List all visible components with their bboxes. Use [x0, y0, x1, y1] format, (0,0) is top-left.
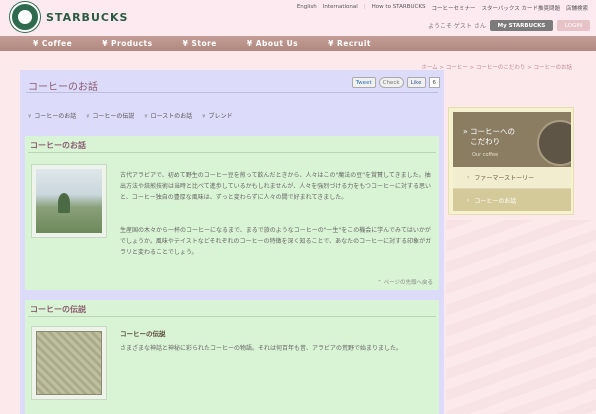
top-link-card[interactable]: スターバックス カード推奨問題	[481, 4, 560, 12]
anchor-blend[interactable]: ブレンド	[202, 111, 232, 120]
nav-coffee[interactable]: ¥ Coffee	[33, 39, 72, 48]
brand-name[interactable]: STARBUCKS	[46, 11, 128, 24]
anchor-roast[interactable]: ローストのお話	[144, 111, 193, 120]
map-image	[31, 326, 107, 400]
my-starbucks-button[interactable]: My STARBUCKS	[490, 20, 553, 31]
section-coffee-story: コーヒーのお話 古代アラビアで、初めて野生のコーヒー豆を煎って飲んだときから、人…	[25, 136, 439, 290]
paragraph: 古代アラビアで、初めて野生のコーヒー豆を煎って飲んだときから、人々はこの"魔法の…	[120, 172, 432, 201]
top-link-store-search[interactable]: 店舗検索	[566, 4, 588, 12]
section-title: コーヒーのお話	[30, 141, 86, 150]
page-top-link[interactable]: ページの先頭へ戻る	[377, 278, 433, 286]
nav-label: About Us	[255, 39, 299, 48]
section-legend: コーヒーの伝説 コーヒーの伝説 さまざまな神話と神秘に彩られたコーヒーの物語。そ…	[25, 300, 439, 414]
nav-label: Store	[191, 39, 217, 48]
anchor-legend[interactable]: コーヒーの伝説	[86, 111, 134, 120]
login-button[interactable]: LOGIN	[557, 20, 590, 31]
tweet-button[interactable]: Tweet	[351, 77, 376, 88]
nav-label: Coffee	[41, 39, 73, 48]
divider	[26, 92, 438, 93]
starbucks-siren-icon	[537, 120, 571, 166]
nav-store[interactable]: ¥ Store	[183, 39, 217, 48]
divider	[28, 152, 436, 153]
subsection-title: コーヒーの伝説	[120, 330, 166, 338]
nav-recruit[interactable]: ¥ Recruit	[328, 39, 371, 48]
divider	[28, 316, 436, 317]
background-pattern	[446, 220, 596, 414]
sidebar-header[interactable]: » コーヒーへの こだわり Our coffee	[453, 112, 571, 167]
sidebar-title-line2: こだわり	[470, 137, 501, 146]
top-link-seminar[interactable]: コーヒーセミナー	[431, 4, 475, 12]
check-button[interactable]: Check	[378, 77, 404, 88]
nav-label: Recruit	[337, 39, 372, 48]
nav-label: Products	[111, 39, 153, 48]
sidebar-title-line1: コーヒーへの	[469, 127, 515, 136]
top-links: English International | How to STARBUCKS…	[297, 4, 588, 12]
separator: |	[363, 4, 366, 10]
sidebar: » コーヒーへの こだわり Our coffee ファーマーストーリー コーヒー…	[448, 107, 574, 215]
anchor-coffee-story[interactable]: コーヒーのお話	[28, 111, 76, 120]
top-link-international[interactable]: International	[323, 4, 358, 12]
top-link-english[interactable]: English	[297, 4, 317, 12]
like-count: 6	[428, 77, 440, 88]
sidebar-item-coffee-story[interactable]: コーヒーのお話	[453, 189, 571, 211]
main-nav: ¥ Coffee ¥ Products ¥ Store ¥ About Us ¥…	[0, 36, 596, 51]
main-content: コーヒーのお話 Tweet Check Like 6 コーヒーのお話 コーヒーの…	[20, 70, 444, 414]
welcome-text: ようこそ ゲスト さん	[428, 23, 486, 30]
starbucks-logo-icon[interactable]	[10, 2, 40, 32]
nav-products[interactable]: ¥ Products	[102, 39, 152, 48]
page-title: コーヒーのお話	[28, 82, 98, 93]
header: STARBUCKS English International | How to…	[0, 0, 596, 36]
landscape-image	[31, 164, 107, 238]
nav-about-us[interactable]: ¥ About Us	[247, 39, 298, 48]
section-title: コーヒーの伝説	[30, 305, 86, 314]
sidebar-title: » コーヒーへの こだわり	[463, 127, 515, 146]
top-link-how-to[interactable]: How to STARBUCKS	[372, 4, 426, 12]
sidebar-item-farmer-story[interactable]: ファーマーストーリー	[453, 167, 571, 189]
share-buttons: Tweet Check Like 6	[351, 77, 440, 88]
paragraph: さまざまな神話と神秘に彩られたコーヒーの物語。それは何百年も昔、アラビアの荒野で…	[120, 345, 403, 352]
paragraph: 生産国の木々から一杯のコーヒーになるまで、まるで旅のようなコーヒーの"一生"をこ…	[120, 227, 432, 256]
like-button[interactable]: Like	[406, 77, 426, 88]
sidebar-subtitle: Our coffee	[472, 152, 499, 158]
anchor-links: コーヒーのお話 コーヒーの伝説 ローストのお話 ブレンド	[28, 111, 232, 120]
